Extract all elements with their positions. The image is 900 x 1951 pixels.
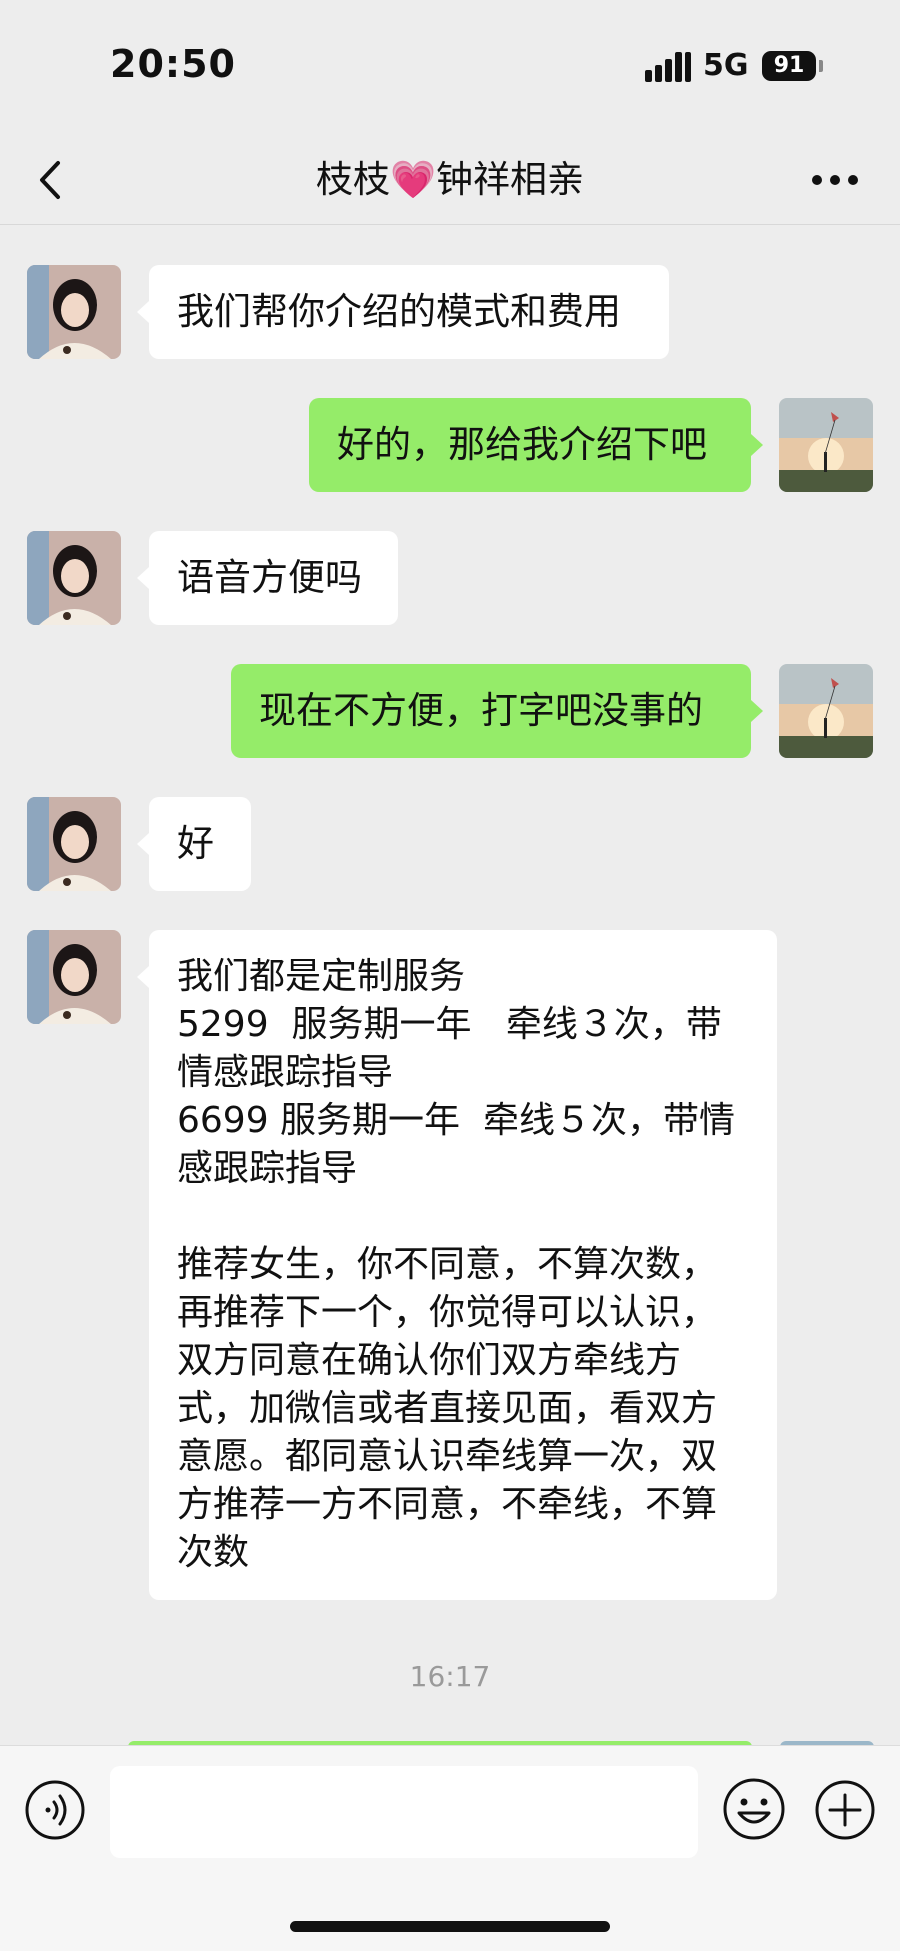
contact-avatar[interactable] bbox=[27, 797, 121, 891]
message-input[interactable] bbox=[110, 1766, 698, 1858]
network-label: 5G bbox=[703, 48, 749, 83]
chat-title: 枝枝💗钟祥相亲 bbox=[315, 158, 585, 201]
voice-button[interactable] bbox=[24, 1779, 86, 1841]
battery-tip bbox=[819, 60, 823, 72]
outgoing-message-bubble[interactable]: 现在不方便，打字吧没事的 bbox=[231, 664, 763, 758]
status-time: 20:50 bbox=[110, 42, 236, 86]
chat-header: 枝枝💗钟祥相亲 bbox=[0, 135, 900, 225]
back-button[interactable] bbox=[30, 155, 74, 205]
input-bar bbox=[0, 1745, 900, 1951]
my-avatar[interactable] bbox=[779, 398, 873, 492]
plus-button[interactable] bbox=[814, 1779, 876, 1841]
emoji-button[interactable] bbox=[722, 1777, 786, 1841]
signal-icon bbox=[645, 52, 691, 82]
incoming-message-bubble[interactable]: 语音方便吗 bbox=[137, 531, 398, 625]
message-timestamp: 16:17 bbox=[409, 1660, 491, 1693]
status-bar: 20:50 5G 91 bbox=[0, 0, 900, 135]
contact-avatar[interactable] bbox=[27, 930, 121, 1024]
incoming-message-bubble[interactable]: 我们都是定制服务 5299 服务期一年 牵线３次，带情感跟踪指导 6699 服务… bbox=[137, 930, 777, 1600]
incoming-message-bubble[interactable]: 我们帮你介绍的模式和费用 bbox=[137, 265, 669, 359]
contact-avatar[interactable] bbox=[27, 265, 121, 359]
my-avatar[interactable] bbox=[779, 664, 873, 758]
voice-icon bbox=[25, 1780, 85, 1840]
more-button[interactable] bbox=[810, 163, 860, 197]
contact-avatar[interactable] bbox=[27, 531, 121, 625]
battery-icon: 91 bbox=[762, 51, 816, 81]
chevron-left-icon bbox=[40, 161, 60, 199]
incoming-message-bubble[interactable]: 好 bbox=[137, 797, 251, 891]
more-horizontal-icon bbox=[812, 175, 858, 185]
emoji-icon bbox=[723, 1778, 785, 1840]
outgoing-message-bubble[interactable]: 好的，那给我介绍下吧 bbox=[309, 398, 763, 492]
home-indicator bbox=[290, 1921, 610, 1932]
plus-icon bbox=[815, 1780, 875, 1840]
